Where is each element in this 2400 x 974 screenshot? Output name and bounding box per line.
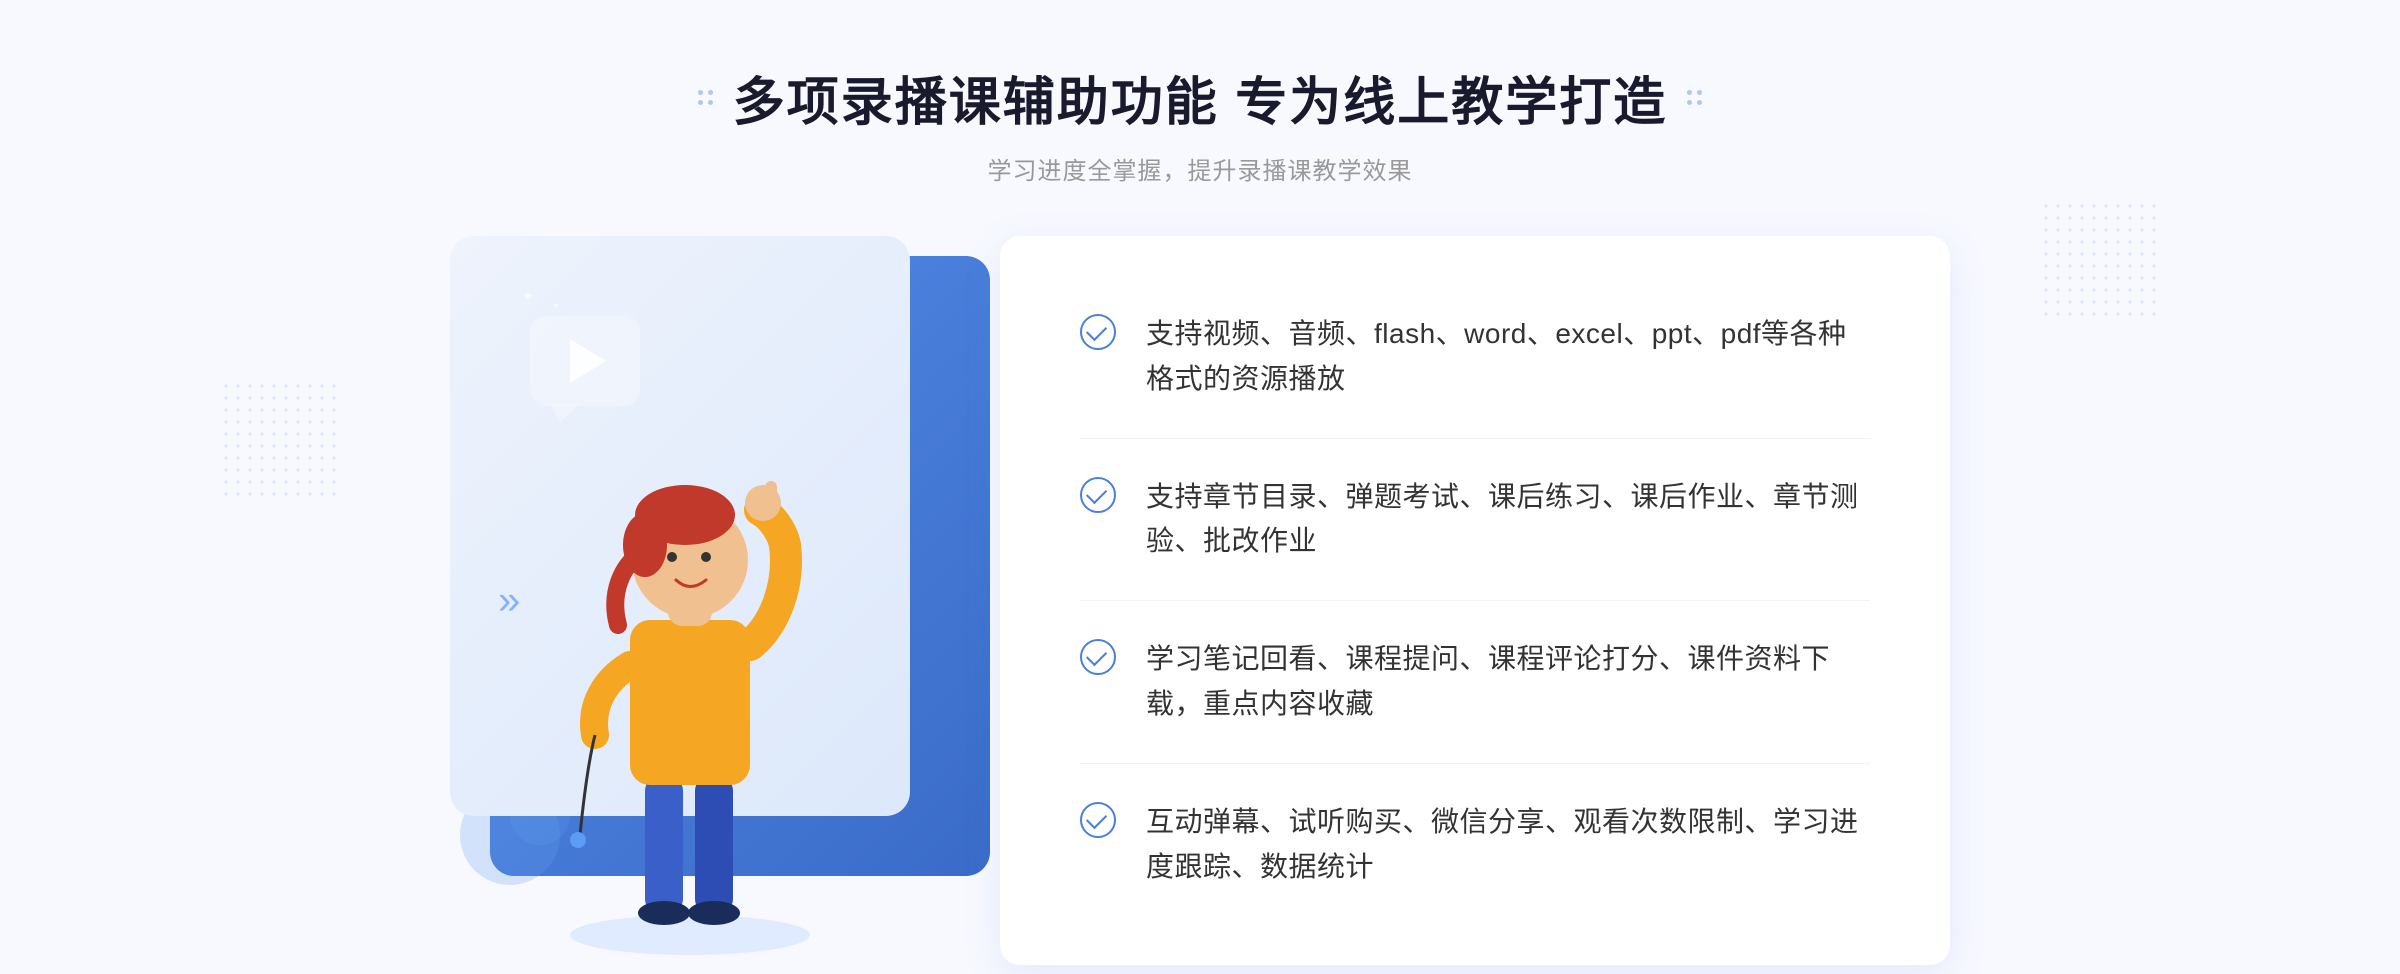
check-icon-1	[1080, 314, 1116, 350]
feature-text-1: 支持视频、音频、flash、word、excel、ppt、pdf等各种格式的资源…	[1146, 312, 1870, 402]
dots-deco-left	[698, 90, 713, 105]
check-mark-3	[1086, 645, 1107, 666]
dots-deco-right	[1687, 90, 1702, 105]
sparkle-2	[552, 296, 560, 314]
title-area: 多项录播课辅助功能 专为线上教学打造 学习进度全掌握，提升录播课教学效果	[698, 60, 1702, 186]
main-title: 多项录播课辅助功能 专为线上教学打造	[733, 60, 1667, 135]
sub-title: 学习进度全掌握，提升录播课教学效果	[987, 151, 1412, 186]
page-container: 多项录播课辅助功能 专为线上教学打造 学习进度全掌握，提升录播课教学效果 »	[0, 0, 2400, 974]
dot-pattern-left	[220, 380, 340, 500]
dot-pattern-right	[2040, 200, 2160, 320]
check-icon-2	[1080, 477, 1116, 513]
features-area: 支持视频、音频、flash、word、excel、ppt、pdf等各种格式的资源…	[1000, 236, 1950, 965]
feature-item-1: 支持视频、音频、flash、word、excel、ppt、pdf等各种格式的资源…	[1080, 276, 1870, 439]
check-mark-4	[1086, 808, 1107, 829]
content-wrapper: »	[450, 236, 1950, 965]
check-icon-3	[1080, 639, 1116, 675]
person-illustration	[510, 385, 870, 965]
left-arrow-deco: »	[498, 578, 520, 623]
illustration-area	[450, 236, 1030, 965]
play-icon	[570, 339, 606, 383]
sparkle-1	[522, 288, 534, 306]
feature-text-3: 学习笔记回看、课程提问、课程评论打分、课件资料下载，重点内容收藏	[1146, 637, 1870, 727]
feature-item-2: 支持章节目录、弹题考试、课后练习、课后作业、章节测验、批改作业	[1080, 439, 1870, 602]
feature-text-2: 支持章节目录、弹题考试、课后练习、课后作业、章节测验、批改作业	[1146, 475, 1870, 565]
check-icon-4	[1080, 802, 1116, 838]
feature-item-3: 学习笔记回看、课程提问、课程评论打分、课件资料下载，重点内容收藏	[1080, 601, 1870, 764]
feature-text-4: 互动弹幕、试听购买、微信分享、观看次数限制、学习进度跟踪、数据统计	[1146, 800, 1870, 890]
main-title-row: 多项录播课辅助功能 专为线上教学打造	[698, 60, 1702, 135]
feature-item-4: 互动弹幕、试听购买、微信分享、观看次数限制、学习进度跟踪、数据统计	[1080, 764, 1870, 926]
check-mark-2	[1086, 483, 1107, 504]
check-mark-1	[1086, 320, 1107, 341]
